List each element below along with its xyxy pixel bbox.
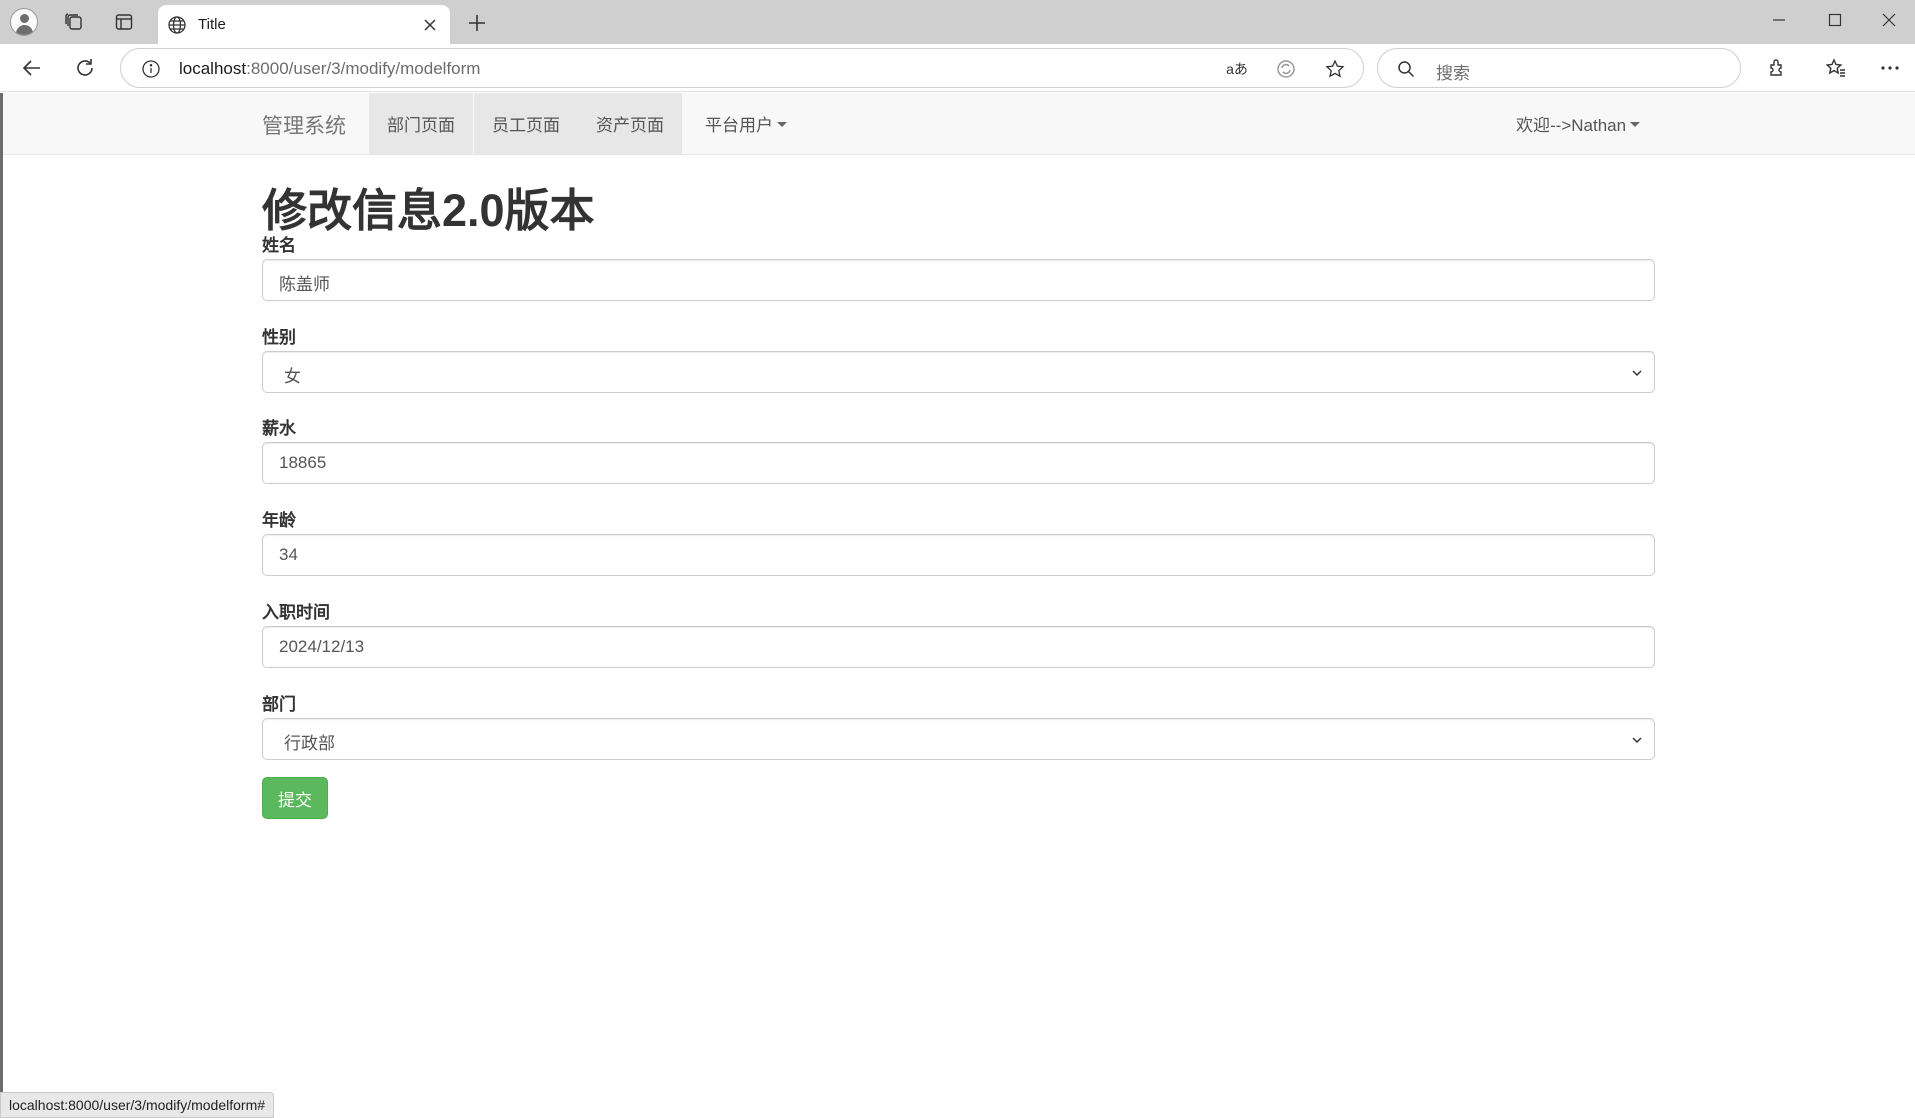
minimize-icon[interactable]	[1756, 6, 1802, 34]
url-host: localhost	[179, 59, 247, 78]
close-tab-icon[interactable]	[420, 15, 440, 35]
search-placeholder: 搜索	[1436, 64, 1470, 83]
department-select[interactable]: 行政部	[262, 718, 1655, 760]
department-label: 部门	[262, 695, 296, 714]
caret-down-icon	[1630, 122, 1641, 127]
more-menu-icon[interactable]	[1876, 54, 1904, 82]
navbar-brand[interactable]: 管理系统	[262, 110, 346, 140]
name-value: 陈盖师	[279, 275, 330, 294]
tab-title: Title	[198, 16, 226, 33]
browser-tab-active[interactable]: Title	[158, 5, 450, 44]
age-input[interactable]: 34	[262, 534, 1655, 576]
globe-icon	[168, 16, 186, 34]
department-value: 行政部	[284, 734, 335, 753]
hire-date-label: 入职时间	[262, 603, 330, 622]
age-label: 年龄	[262, 511, 296, 530]
search-icon	[1398, 61, 1415, 78]
new-tab-icon[interactable]	[464, 10, 490, 36]
browser-tab-strip: Title	[0, 0, 1915, 44]
nav-item-platform-users-label: 平台用户	[705, 116, 773, 135]
gender-value: 女	[284, 367, 301, 386]
profile-avatar-icon[interactable]	[10, 8, 38, 36]
browser-toolbar: localhost:8000/user/3/modify/modelform a…	[0, 44, 1915, 92]
site-navbar: 管理系统 部门页面 员工页面 资产页面 平台用户 欢迎-->Nathan	[3, 93, 1915, 155]
gender-label: 性别	[262, 328, 296, 347]
extensions-icon[interactable]	[1763, 54, 1791, 82]
welcome-label: 欢迎-->Nathan	[1516, 116, 1627, 135]
vertical-tabs-icon[interactable]	[110, 8, 138, 36]
hire-date-input[interactable]: 2024/12/13	[262, 626, 1655, 668]
close-window-icon[interactable]	[1866, 6, 1912, 34]
favorites-icon[interactable]	[1822, 54, 1850, 82]
browser-search-box[interactable]: 搜索	[1377, 48, 1741, 88]
maximize-icon[interactable]	[1812, 6, 1858, 34]
window-left-edge	[0, 93, 3, 1093]
address-bar[interactable]: localhost:8000/user/3/modify/modelform a…	[120, 48, 1364, 88]
site-info-icon[interactable]	[141, 59, 161, 79]
collections-icon[interactable]	[60, 8, 88, 36]
sync-icon[interactable]	[1275, 58, 1297, 80]
user-menu[interactable]: 欢迎-->Nathan	[1516, 93, 1641, 154]
caret-down-icon	[777, 122, 787, 127]
nav-item-employees[interactable]: 员工页面	[474, 93, 578, 154]
page-title: 修改信息2.0版本	[262, 185, 595, 236]
read-aloud-icon[interactable]: aあ	[1226, 58, 1248, 80]
nav-item-assets[interactable]: 资产页面	[578, 93, 682, 154]
gender-select[interactable]: 女	[262, 351, 1655, 393]
nav-item-platform-users[interactable]: 平台用户	[687, 93, 805, 154]
favorite-star-icon[interactable]	[1324, 58, 1346, 80]
url-text: localhost:8000/user/3/modify/modelform	[179, 59, 480, 79]
status-bar-url: localhost:8000/user/3/modify/modelform#	[0, 1092, 275, 1118]
url-path: :8000/user/3/modify/modelform	[246, 59, 481, 78]
name-input[interactable]: 陈盖师	[262, 259, 1655, 301]
name-label: 姓名	[262, 236, 296, 255]
salary-label: 薪水	[262, 419, 296, 438]
back-arrow-icon[interactable]	[18, 54, 46, 82]
hire-date-value: 2024/12/13	[279, 637, 365, 656]
refresh-icon[interactable]	[71, 54, 99, 82]
salary-input[interactable]: 18865	[262, 442, 1655, 484]
chevron-down-icon	[1632, 370, 1642, 377]
nav-item-departments[interactable]: 部门页面	[369, 93, 473, 154]
salary-value: 18865	[279, 453, 327, 472]
age-value: 34	[279, 545, 298, 564]
chevron-down-icon	[1632, 737, 1642, 744]
submit-button[interactable]: 提交	[262, 777, 328, 819]
